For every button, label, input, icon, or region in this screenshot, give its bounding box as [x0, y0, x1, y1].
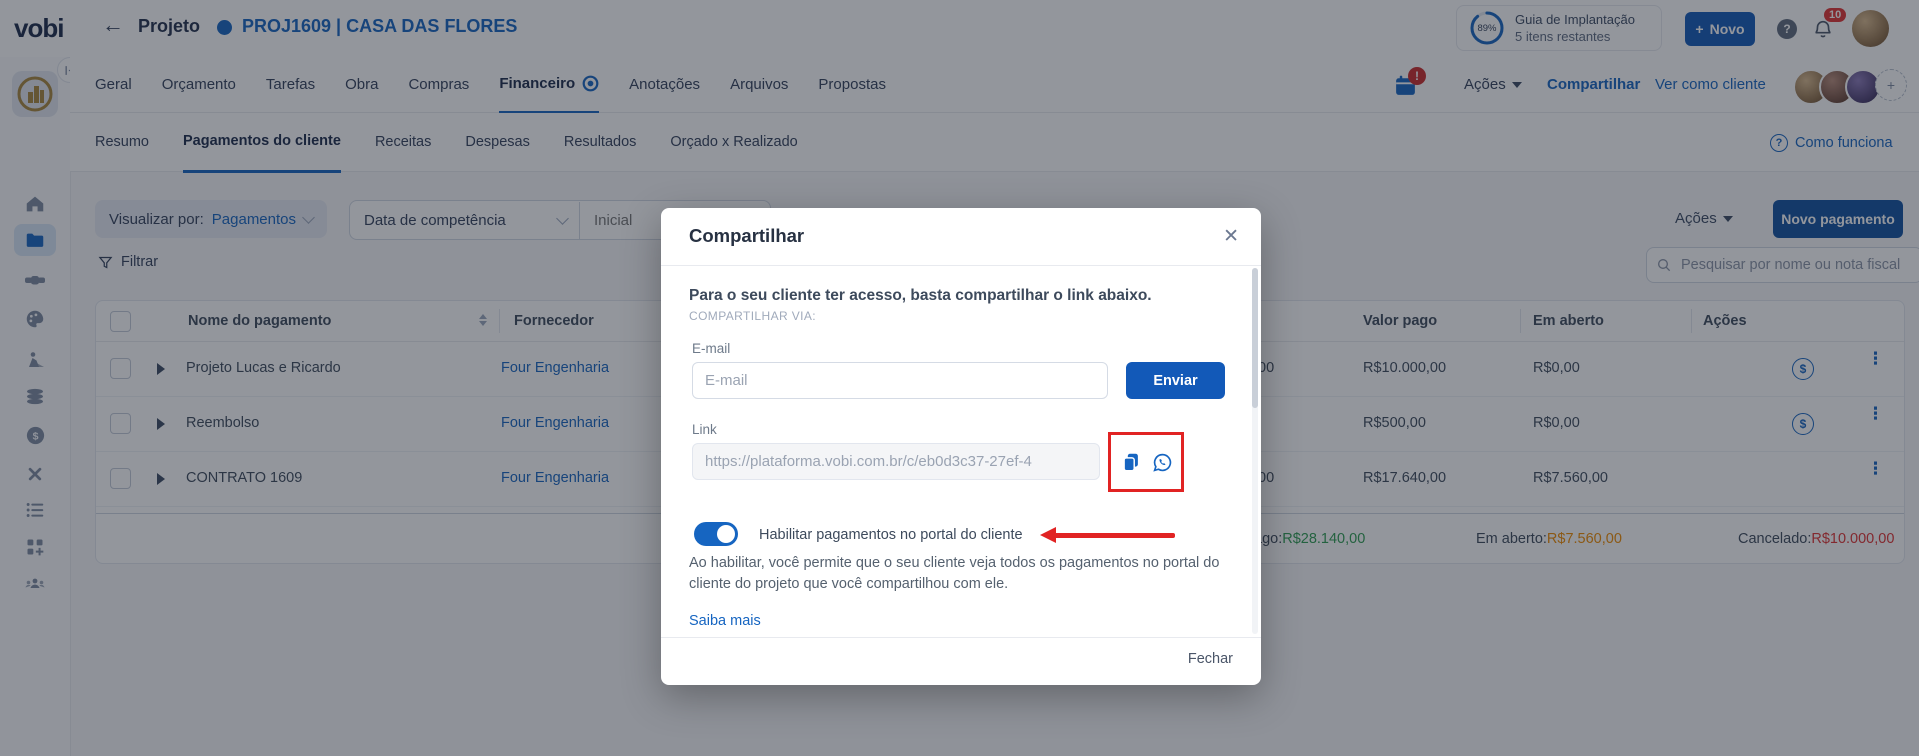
- scrollbar-thumb[interactable]: [1252, 268, 1258, 408]
- copy-link-icon[interactable]: [1120, 451, 1142, 473]
- learn-more-link[interactable]: Saiba mais: [689, 613, 761, 629]
- modal-footer: Fechar: [661, 637, 1261, 685]
- modal-intro-text: Para o seu cliente ter acesso, basta com…: [689, 287, 1152, 304]
- whatsapp-icon[interactable]: [1152, 452, 1173, 473]
- close-icon[interactable]: ✕: [1223, 225, 1239, 248]
- toggle-description: Ao habilitar, você permite que o seu cli…: [689, 555, 1220, 592]
- toggle-label: Habilitar pagamentos no portal do client…: [759, 527, 1023, 543]
- annotation-arrow: [1040, 527, 1176, 544]
- share-modal: Compartilhar ✕ Para o seu cliente ter ac…: [661, 208, 1261, 685]
- share-link-field[interactable]: [692, 443, 1100, 480]
- modal-title: Compartilhar: [689, 225, 805, 246]
- email-label: E-mail: [692, 341, 731, 356]
- share-via-label: COMPARTILHAR VIA:: [689, 309, 817, 323]
- modal-header: Compartilhar ✕: [661, 208, 1261, 266]
- client-portal-payments-toggle[interactable]: [694, 522, 738, 546]
- modal-scrollbar: [1252, 268, 1258, 634]
- toggle-knob: [717, 525, 735, 543]
- arrow-shaft: [1053, 533, 1175, 538]
- close-button[interactable]: Fechar: [1188, 651, 1233, 667]
- email-field[interactable]: [692, 362, 1108, 399]
- send-button[interactable]: Enviar: [1126, 362, 1225, 399]
- link-label: Link: [692, 422, 717, 437]
- annotation-highlight-box: [1108, 432, 1184, 492]
